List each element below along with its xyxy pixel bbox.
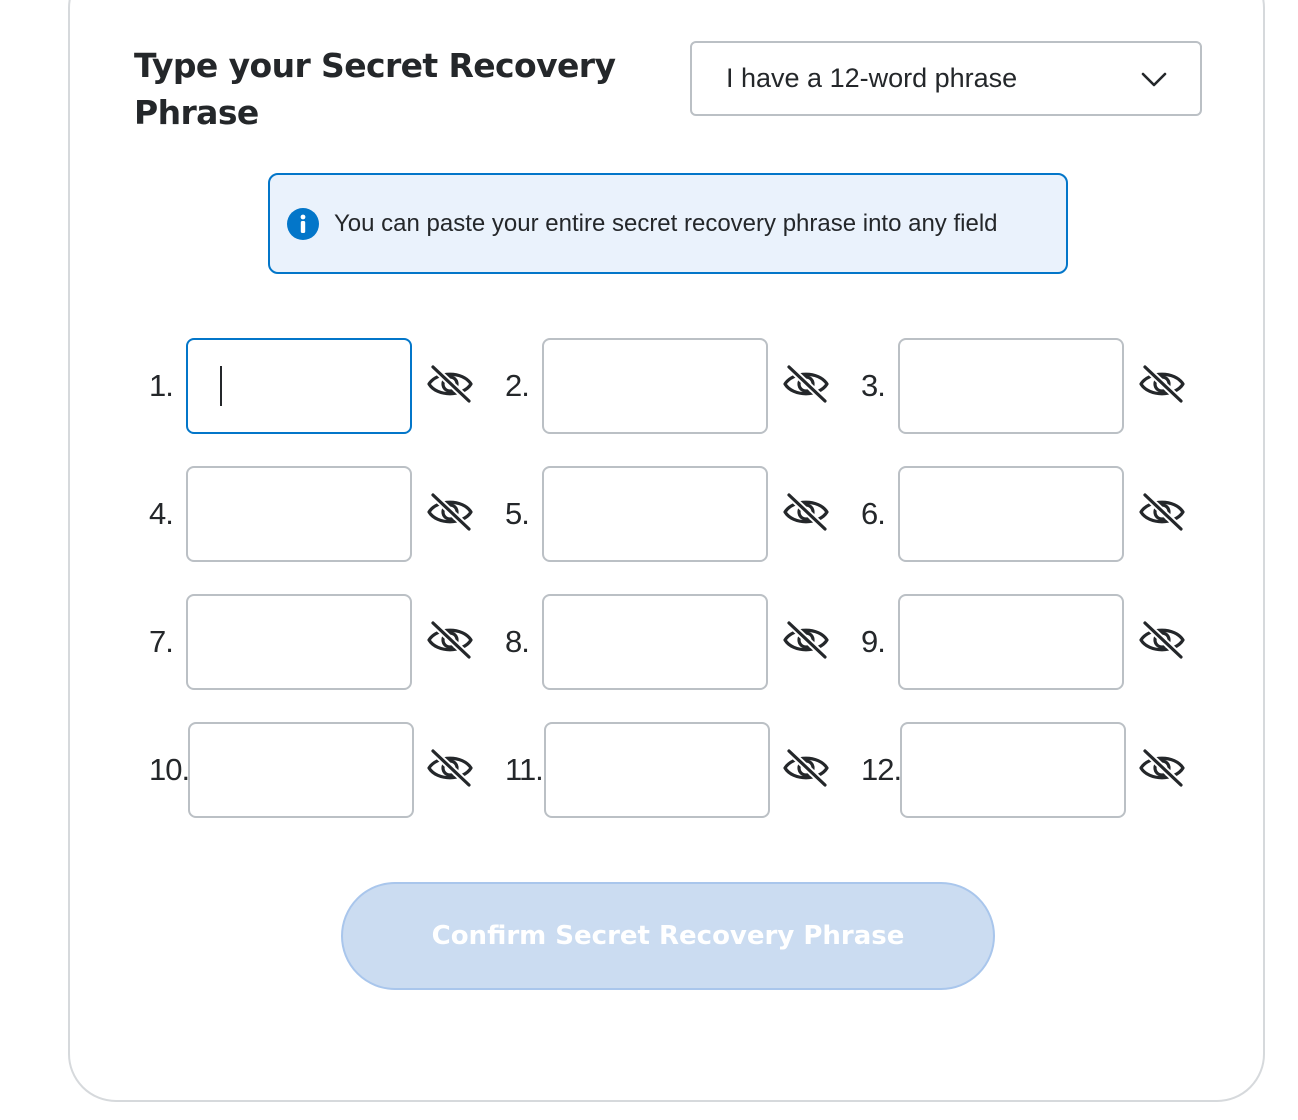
phrase-length-selected-value: I have a 12-word phrase bbox=[726, 63, 1018, 93]
srp-word-input[interactable] bbox=[542, 466, 768, 562]
eye-slash-icon[interactable] bbox=[1137, 363, 1187, 405]
srp-word-label: 6. bbox=[861, 496, 886, 531]
eye-slash-icon[interactable] bbox=[425, 363, 475, 405]
eye-slash-icon[interactable] bbox=[1137, 619, 1187, 661]
eye-slash-icon[interactable] bbox=[781, 491, 831, 533]
srp-word-input[interactable] bbox=[186, 466, 412, 562]
eye-slash-icon[interactable] bbox=[781, 747, 831, 789]
info-banner: You can paste your entire secret recover… bbox=[268, 173, 1068, 274]
srp-word-input[interactable] bbox=[898, 594, 1124, 690]
srp-word-input[interactable] bbox=[900, 722, 1126, 818]
srp-word-input[interactable] bbox=[186, 338, 412, 434]
info-icon bbox=[287, 207, 319, 240]
srp-word-label: 7. bbox=[149, 624, 174, 659]
srp-word-label: 1. bbox=[149, 368, 174, 403]
srp-word-label: 10. bbox=[149, 752, 190, 787]
confirm-srp-button-label: Confirm Secret Recovery Phrase bbox=[431, 921, 905, 951]
srp-word-input[interactable] bbox=[188, 722, 414, 818]
srp-word-input[interactable] bbox=[542, 594, 768, 690]
srp-word-label: 4. bbox=[149, 496, 174, 531]
text-caret bbox=[220, 366, 222, 406]
confirm-srp-button[interactable]: Confirm Secret Recovery Phrase bbox=[341, 882, 995, 990]
srp-word-input[interactable] bbox=[544, 722, 770, 818]
eye-slash-icon[interactable] bbox=[425, 491, 475, 533]
phrase-length-select[interactable]: I have a 12-word phrase bbox=[690, 41, 1202, 116]
eye-slash-icon[interactable] bbox=[781, 619, 831, 661]
eye-slash-icon[interactable] bbox=[1137, 491, 1187, 533]
eye-slash-icon[interactable] bbox=[425, 619, 475, 661]
page-title: Type your Secret Recovery Phrase bbox=[134, 46, 616, 132]
srp-word-input[interactable] bbox=[898, 466, 1124, 562]
srp-word-label: 8. bbox=[505, 624, 530, 659]
eye-slash-icon[interactable] bbox=[781, 363, 831, 405]
srp-word-label: 9. bbox=[861, 624, 886, 659]
srp-word-input[interactable] bbox=[186, 594, 412, 690]
info-banner-message: You can paste your entire secret recover… bbox=[334, 209, 998, 237]
eye-slash-icon[interactable] bbox=[425, 747, 475, 789]
eye-slash-icon[interactable] bbox=[1137, 747, 1187, 789]
srp-word-label: 3. bbox=[861, 368, 886, 403]
srp-word-input[interactable] bbox=[898, 338, 1124, 434]
srp-word-input[interactable] bbox=[542, 338, 768, 434]
srp-word-label: 11. bbox=[505, 752, 544, 787]
srp-word-label: 12. bbox=[861, 752, 902, 787]
srp-word-label: 5. bbox=[505, 496, 530, 531]
chevron-down-icon bbox=[1141, 72, 1167, 87]
srp-word-label: 2. bbox=[505, 368, 530, 403]
